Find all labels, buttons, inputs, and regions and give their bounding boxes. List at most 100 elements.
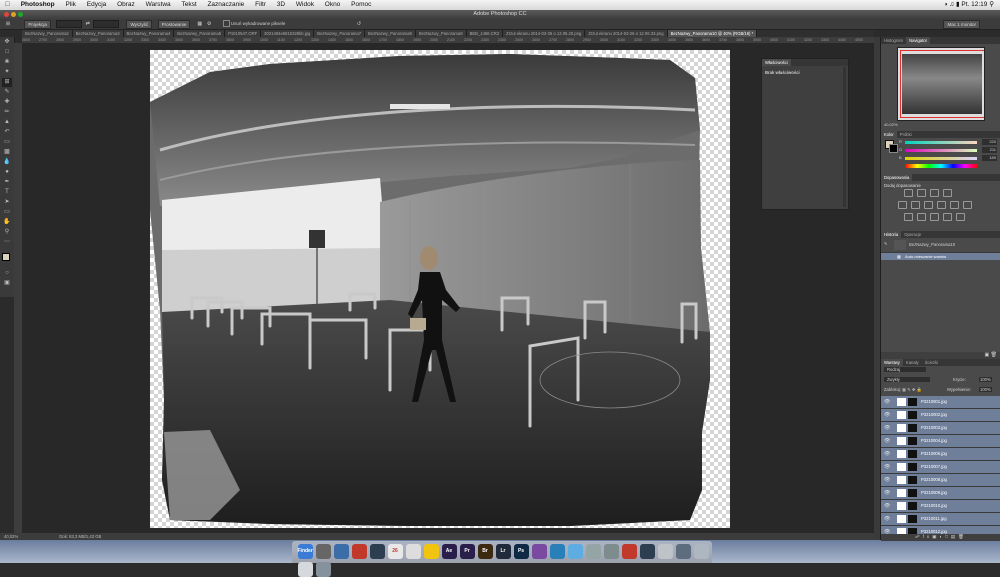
eye-icon[interactable]: 👁 <box>884 461 890 473</box>
menu-obraz[interactable]: Obraz <box>117 0 135 10</box>
dock-app-icon[interactable]: Ae <box>441 544 457 559</box>
marquee-tool-icon[interactable]: □ <box>2 48 12 57</box>
slider-g-value[interactable]: 211 <box>982 147 997 153</box>
dock-app-icon[interactable] <box>531 544 547 559</box>
menu-filtr[interactable]: Filtr <box>255 0 266 10</box>
threshold-adjust-icon[interactable] <box>930 213 939 221</box>
dock-app-icon[interactable]: Lr <box>495 544 511 559</box>
layer-mask-thumbnail[interactable] <box>908 424 917 432</box>
eye-icon[interactable]: 👁 <box>884 409 890 421</box>
quick-mask-icon[interactable]: ○ <box>2 269 12 278</box>
wifi-icon[interactable]: ◑ <box>944 1 948 8</box>
layer-name[interactable]: P3210012.jpg <box>921 526 947 534</box>
width-field[interactable] <box>56 20 83 28</box>
foreground-color-swatch[interactable] <box>2 253 10 261</box>
dock-app-icon[interactable] <box>369 544 385 559</box>
layer-row[interactable]: 👁 P3210003.jpg <box>881 422 1000 435</box>
dock-app-icon[interactable] <box>315 562 331 577</box>
posterize-adjust-icon[interactable] <box>917 213 926 221</box>
layer-mask-thumbnail[interactable] <box>908 398 917 406</box>
document-tab[interactable]: BezNazwy_Panorama5 <box>174 30 226 37</box>
menu-widok[interactable]: Widok <box>296 0 314 10</box>
layer-row[interactable]: 👁 P3210006.jpg <box>881 448 1000 461</box>
menu-pomoc[interactable]: Pomoc <box>351 0 371 10</box>
dock-app-icon[interactable] <box>333 544 349 559</box>
layer-name[interactable]: P3210007.jpg <box>921 461 947 473</box>
eye-icon[interactable]: 👁 <box>884 487 890 499</box>
document-tab[interactable]: BezNazwy_Panorama9 <box>415 30 467 37</box>
clear-button[interactable]: Wyczyść <box>126 20 153 29</box>
link-layers-icon[interactable]: ☍ <box>915 534 923 539</box>
settings-gear-icon[interactable]: ⚙ <box>205 19 213 29</box>
reset-icon[interactable]: ↺ <box>357 19 361 29</box>
menu-plik[interactable]: Plik <box>65 0 75 10</box>
type-tool-icon[interactable]: T <box>2 188 12 197</box>
document-canvas[interactable] <box>150 50 730 528</box>
battery-icon[interactable]: ▮ <box>956 1 960 8</box>
healing-tool-icon[interactable]: ✚ <box>2 98 12 107</box>
invert-adjust-icon[interactable] <box>904 213 913 221</box>
layer-row[interactable]: 👁 P3210002.jpg <box>881 409 1000 422</box>
layer-mask-thumbnail[interactable] <box>908 489 917 497</box>
layer-row[interactable]: 👁 P3210007.jpg <box>881 461 1000 474</box>
layer-name[interactable]: P3210006.jpg <box>921 448 947 460</box>
spotlight-icon[interactable]: ⚲ <box>989 1 994 8</box>
document-tab[interactable]: BEB_1486.CR2 <box>466 30 504 37</box>
dock-app-icon[interactable]: 26 <box>387 544 403 559</box>
eyedropper-tool-icon[interactable]: ✎ <box>2 88 12 97</box>
workspace-select[interactable]: Mac 1 monitor <box>943 20 980 29</box>
history-step[interactable]: ▦ Auto-mieszanie warstw <box>881 253 1000 260</box>
slider-r-value[interactable]: 220 <box>982 139 997 145</box>
levels-adjust-icon[interactable] <box>917 189 926 197</box>
document-tab[interactable]: BezNazwy_Panorama7 <box>314 30 366 37</box>
menu-tekst[interactable]: Tekst <box>181 0 196 10</box>
more-tools-icon[interactable]: ⋯ <box>2 238 12 247</box>
navigator-view-box[interactable] <box>900 50 984 118</box>
gradient-map-adjust-icon[interactable] <box>943 213 952 221</box>
dock-app-icon[interactable]: Finder <box>297 544 313 559</box>
exposure-adjust-icon[interactable] <box>943 189 952 197</box>
slider-b-track[interactable] <box>905 157 977 160</box>
eye-icon[interactable]: 👁 <box>884 448 890 460</box>
layer-row[interactable]: 👁 P3210004.jpg <box>881 435 1000 448</box>
trash-icon[interactable]: 🗑 <box>991 352 997 358</box>
color-spectrum-bar[interactable] <box>905 164 977 168</box>
document-tab[interactable]: BezNazwy_Panorama2 <box>22 30 73 37</box>
dock-app-icon[interactable]: Pr <box>459 544 475 559</box>
dock-app-icon[interactable] <box>297 562 313 577</box>
window-zoom-button[interactable] <box>18 12 23 17</box>
eye-icon[interactable]: 👁 <box>884 526 890 534</box>
menu-warstwa[interactable]: Warstwa <box>146 0 171 10</box>
slider-g[interactable]: G 211 <box>881 147 999 154</box>
dodge-tool-icon[interactable]: ● <box>2 168 12 177</box>
slider-b-value[interactable]: 189 <box>982 155 997 161</box>
hue-adjust-icon[interactable] <box>911 201 920 209</box>
layer-row[interactable]: 👁 P3210008.jpg <box>881 474 1000 487</box>
navigator-zoom[interactable]: 40,02% <box>881 121 1000 129</box>
tab-paths[interactable]: Ścieżki <box>922 359 941 366</box>
document-tab[interactable]: Zrzut ekranu 2014-03-26 o 12.06.33.png <box>585 30 668 37</box>
tab-color[interactable]: Kolor <box>881 131 897 138</box>
layer-name[interactable]: P3210002.jpg <box>921 409 947 421</box>
brush-tool-icon[interactable]: ✏ <box>2 108 12 117</box>
menu-zaznaczanie[interactable]: Zaznaczanie <box>207 0 244 10</box>
document-tab[interactable]: BezNazwy_Panorama4 <box>123 30 175 37</box>
tab-actions[interactable]: Operacje <box>901 231 924 238</box>
fx-icon[interactable]: fx <box>923 534 933 539</box>
delete-cropped-checkbox[interactable] <box>222 20 230 28</box>
blend-mode-select[interactable]: Zwykły <box>884 377 930 382</box>
eye-icon[interactable]: 👁 <box>884 474 890 486</box>
blur-tool-icon[interactable]: 💧 <box>2 158 12 167</box>
color-balance-adjust-icon[interactable] <box>924 201 933 209</box>
zoom-level[interactable]: 40,02% <box>4 534 18 539</box>
crop-tool-icon[interactable]: ⊞ <box>3 19 13 29</box>
dock-app-icon[interactable] <box>621 544 637 559</box>
layer-row[interactable]: 👁 P3210011.jpg <box>881 513 1000 526</box>
tab-layers[interactable]: Warstwy <box>881 359 903 366</box>
eye-icon[interactable]: 👁 <box>884 396 890 408</box>
layer-row[interactable]: 👁 P3210012.jpg <box>881 526 1000 534</box>
layer-mask-thumbnail[interactable] <box>908 515 917 523</box>
menu-edycja[interactable]: Edycja <box>87 0 107 10</box>
menu-3d[interactable]: 3D <box>277 0 285 10</box>
layer-name[interactable]: P3210003.jpg <box>921 422 947 434</box>
